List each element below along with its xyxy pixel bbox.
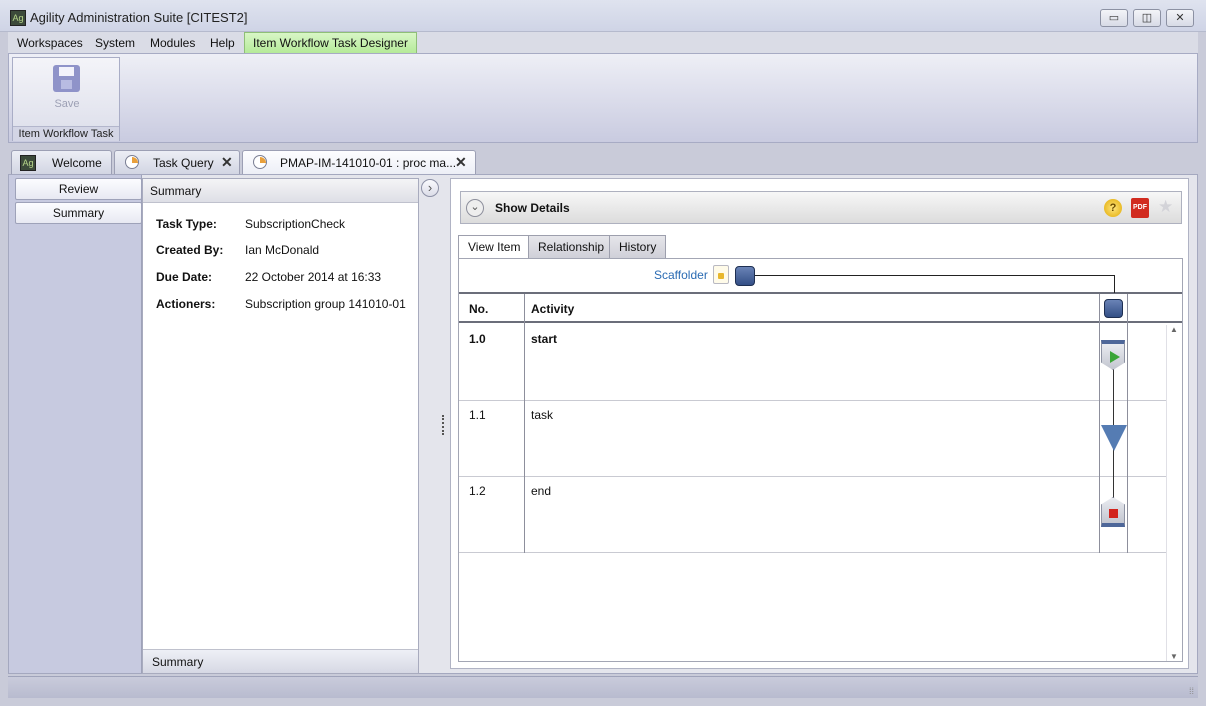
tab-history[interactable]: History [609, 235, 667, 258]
status-bar: ⁞⁞ [8, 676, 1198, 698]
window-title: Agility Administration Suite [CITEST2] [30, 10, 248, 25]
summary-header: Summary [143, 179, 418, 203]
actioners-label: Actioners: [156, 297, 216, 311]
menu-help[interactable]: Help [210, 36, 235, 50]
connector-line [755, 275, 1115, 276]
table-header: No. Activity [459, 294, 1182, 323]
resize-grip-icon[interactable]: ⁞⁞ [1189, 686, 1194, 696]
row-number: 1.2 [469, 484, 486, 498]
summary-footer[interactable]: Summary [143, 649, 418, 673]
created-by-value: Ian McDonald [245, 243, 320, 257]
clock-icon [125, 155, 139, 169]
menu-system[interactable]: System [95, 36, 135, 50]
item-workspace: ⌄ Show Details ? PDF ★ View Item Relatio… [450, 178, 1189, 669]
scaffolder-link[interactable]: Scaffolder [654, 268, 708, 282]
show-details-bar[interactable]: ⌄ Show Details ? PDF ★ [460, 191, 1182, 224]
row-activity: task [531, 408, 554, 422]
tab-label: Welcome [52, 156, 102, 170]
task-type-label: Task Type: [156, 217, 217, 231]
close-window-button[interactable]: ✕ [1166, 9, 1194, 27]
tab-pmap-item[interactable]: PMAP-IM-141010-01 : proc ma... ✕ [242, 150, 476, 175]
splitter-handle[interactable] [442, 415, 445, 435]
column-header-no: No. [469, 302, 489, 316]
menu-item-workflow-task-designer[interactable]: Item Workflow Task Designer [244, 32, 417, 53]
pdf-icon[interactable]: PDF [1131, 198, 1149, 218]
scaffolder-row: Scaffolder [459, 259, 1182, 294]
close-tab-icon[interactable]: ✕ [221, 154, 233, 171]
clock-icon [253, 155, 267, 169]
scroll-down-icon[interactable]: ▼ [1170, 652, 1178, 661]
tab-relationship[interactable]: Relationship [528, 235, 615, 258]
column-divider [1099, 294, 1100, 553]
column-divider [524, 294, 525, 553]
scaffolder-node-icon[interactable] [735, 266, 755, 286]
tab-label: PMAP-IM-141010-01 : proc ma... [280, 156, 457, 170]
minimize-button[interactable]: ▭ [1100, 9, 1128, 27]
menu-workspaces[interactable]: Workspaces [17, 36, 83, 50]
column-node-icon[interactable] [1104, 299, 1123, 318]
column-divider [1127, 294, 1128, 553]
close-tab-icon[interactable]: ✕ [455, 154, 467, 171]
vertical-scrollbar[interactable]: ▲ ▼ [1166, 325, 1182, 661]
app-logo-icon: Ag [10, 10, 26, 26]
left-navigation: Review Summary [9, 175, 142, 673]
created-by-label: Created By: [156, 243, 224, 257]
maximize-button[interactable]: ◫ [1133, 9, 1161, 27]
help-icon[interactable]: ? [1104, 199, 1122, 217]
show-details-label: Show Details [495, 201, 570, 215]
lock-icon[interactable] [713, 265, 729, 284]
row-activity: start [531, 332, 558, 346]
collapse-panel-button[interactable]: › [421, 179, 439, 197]
tab-task-query[interactable]: Task Query ✕ [114, 150, 240, 175]
nav-summary-button[interactable]: Summary [15, 202, 142, 224]
column-header-activity: Activity [531, 302, 575, 316]
row-number: 1.1 [469, 408, 486, 422]
ribbon-group-label: Item Workflow Task [13, 126, 119, 141]
task-triangle-icon[interactable] [1101, 425, 1127, 451]
save-button[interactable]: Save [13, 98, 121, 110]
row-activity: end [531, 484, 552, 498]
tab-welcome[interactable]: Ag Welcome [11, 150, 112, 175]
actioners-value: Subscription group 141010-01 [245, 297, 406, 311]
document-tab-strip: Ag Welcome Task Query ✕ PMAP-IM-141010-0… [8, 143, 1198, 175]
workflow-table: Scaffolder No. Activity 1.0 start 1.1 ta… [458, 258, 1183, 662]
due-date-value: 22 October 2014 at 16:33 [245, 270, 382, 284]
main-content: Review Summary Summary Task Type: Subscr… [8, 174, 1198, 674]
play-icon [1110, 351, 1120, 363]
menu-bar: Workspaces System Modules Help Item Work… [8, 32, 1198, 53]
tab-view-item[interactable]: View Item [458, 235, 531, 259]
ribbon: Save Item Workflow Task [8, 53, 1198, 143]
favorite-star-icon[interactable]: ★ [1158, 197, 1173, 217]
tab-label: Task Query [153, 156, 214, 170]
summary-panel: Summary Task Type: SubscriptionCheck Cre… [142, 178, 419, 674]
scroll-up-icon[interactable]: ▲ [1170, 325, 1178, 334]
connector-line [1114, 275, 1115, 293]
table-row[interactable]: 1.2 end [459, 477, 1166, 553]
row-number: 1.0 [469, 332, 486, 346]
stop-icon [1109, 509, 1118, 518]
table-row[interactable]: 1.0 start [459, 325, 1166, 401]
table-row[interactable]: 1.1 task [459, 401, 1166, 477]
nav-review-button[interactable]: Review [15, 178, 142, 200]
task-type-value: SubscriptionCheck [245, 217, 346, 231]
app-logo-icon: Ag [20, 155, 36, 171]
save-icon [53, 65, 80, 92]
title-bar: Ag Agility Administration Suite [CITEST2… [0, 0, 1206, 32]
ribbon-group-item-workflow-task: Save Item Workflow Task [12, 57, 120, 141]
due-date-label: Due Date: [156, 270, 213, 284]
chevron-down-icon[interactable]: ⌄ [466, 199, 484, 217]
menu-modules[interactable]: Modules [150, 36, 195, 50]
